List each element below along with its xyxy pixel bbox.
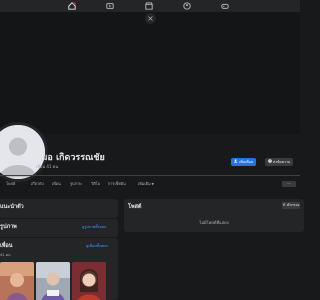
posts-card: โพสต์ ⚟ ตัวกรอง ไม่มีโพสต์ที่แสดง: [124, 199, 304, 232]
profile-divider: [0, 175, 300, 176]
friends-card: เพื่อน 41 คน ดูเพื่อนทั้งหมด: [0, 238, 118, 300]
intro-title: แนะนำตัว: [0, 204, 24, 210]
profile-name: สมอ เกิดวรรณชัย: [36, 153, 105, 163]
see-all-friends-link[interactable]: ดูเพื่อนทั้งหมด: [86, 243, 108, 249]
friend-photo[interactable]: [36, 262, 70, 300]
photos-card: รูปภาพ ดูรูปภาพทั้งหมด: [0, 219, 118, 237]
profile-tabs: โพสต์ เกี่ยวกับ เพื่อน รูปภาพ วิดีโอ การ…: [0, 178, 300, 190]
close-icon[interactable]: ×: [145, 13, 156, 24]
marketplace-icon[interactable]: [145, 2, 153, 10]
add-friend-label: เพิ่มเพื่อน: [239, 160, 254, 164]
tab-videos[interactable]: วิดีโอ: [91, 181, 100, 187]
posts-title: โพสต์: [128, 204, 142, 210]
message-label: ส่งข้อความ: [273, 160, 291, 164]
message-button[interactable]: ส่งข้อความ: [265, 158, 294, 166]
gaming-icon[interactable]: [221, 2, 229, 10]
more-options-button[interactable]: ···: [282, 181, 296, 187]
top-nav-bar: [0, 0, 300, 12]
filter-button[interactable]: ⚟ ตัวกรอง: [282, 202, 300, 209]
tab-friends[interactable]: เพื่อน: [52, 181, 61, 187]
groups-icon[interactable]: [183, 2, 191, 10]
friends-title: เพื่อน: [0, 243, 13, 249]
messenger-icon: [268, 158, 272, 166]
cover-photo: [0, 12, 300, 134]
video-icon[interactable]: [106, 2, 114, 10]
tab-posts[interactable]: โพสต์: [6, 181, 15, 187]
photos-title: รูปภาพ: [0, 224, 17, 230]
friend-count[interactable]: เพื่อน 41 คน: [36, 163, 58, 170]
add-friend-icon: [234, 158, 238, 166]
home-icon[interactable]: [68, 2, 76, 10]
see-all-photos-link[interactable]: ดูรูปภาพทั้งหมด: [82, 224, 107, 230]
tab-more-label: เพิ่มเติม: [138, 181, 151, 186]
filter-label: ตัวกรอง: [287, 203, 300, 207]
tab-photos[interactable]: รูปภาพ: [70, 181, 82, 187]
add-friend-button[interactable]: เพิ่มเพื่อน: [231, 158, 257, 166]
tab-about[interactable]: เกี่ยวกับ: [31, 181, 44, 187]
tab-more[interactable]: เพิ่มเติม▼: [138, 181, 154, 187]
intro-card: แนะนำตัว: [0, 199, 118, 218]
chevron-down-icon: ▼: [151, 182, 154, 186]
tab-checkins[interactable]: การเช็คอิน: [108, 181, 126, 187]
no-posts-message: ไม่มีโพสต์ที่แสดง: [199, 220, 229, 225]
friend-photo[interactable]: [72, 262, 106, 300]
friends-count-label: 41 คน: [0, 253, 11, 257]
filter-icon: ⚟: [282, 203, 286, 207]
friend-photo[interactable]: [0, 262, 34, 300]
